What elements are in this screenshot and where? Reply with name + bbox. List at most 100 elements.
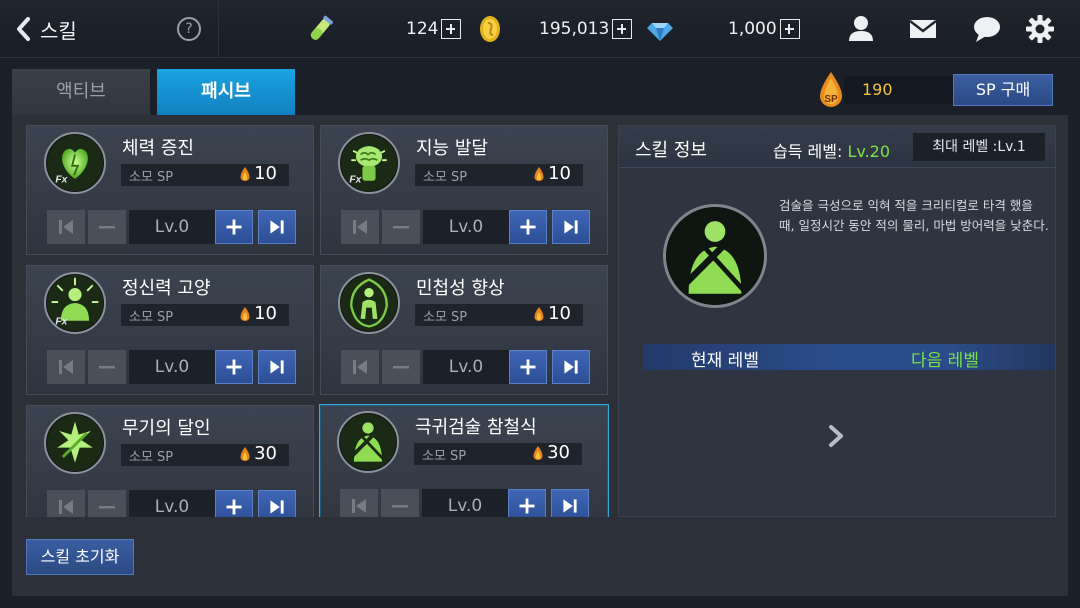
chevron-left-icon <box>17 17 30 41</box>
chevron-right-icon <box>829 425 843 447</box>
skill-name: 민첩성 향상 <box>416 278 505 299</box>
friend-icon[interactable] <box>845 13 877 45</box>
level-value: Lv.0 <box>422 489 508 517</box>
gem-value: 1,000 <box>728 19 777 39</box>
stamina-value: 124 <box>406 19 439 39</box>
level-plus-button[interactable] <box>509 210 547 244</box>
level-min-button[interactable] <box>47 210 85 244</box>
level-minus-button[interactable] <box>88 490 126 517</box>
level-plus-button[interactable] <box>215 210 253 244</box>
back-button[interactable]: 스킬 <box>14 14 104 44</box>
gold-coin-icon <box>480 16 500 42</box>
tab-passive-skills[interactable]: 패시브 <box>157 69 295 115</box>
gold-counter: 195,013 <box>539 16 633 42</box>
mail-icon[interactable] <box>907 13 939 45</box>
level-minus-button[interactable] <box>381 489 419 517</box>
level-min-button[interactable] <box>341 210 379 244</box>
skill-card[interactable]: 무기의 달인 소모 SP 30 Lv.0 <box>26 405 314 517</box>
flame-icon <box>534 167 544 181</box>
spirit-fx-icon: Fx <box>44 272 106 334</box>
add-gem-button[interactable] <box>779 19 800 39</box>
level-minus-button[interactable] <box>382 350 420 384</box>
skill-name: 정신력 고양 <box>122 278 211 299</box>
level-plus-button[interactable] <box>508 489 546 517</box>
cost-value: 10 <box>548 303 571 324</box>
level-value: Lv.0 <box>129 210 215 244</box>
level-max-button[interactable] <box>552 350 590 384</box>
level-max-button[interactable] <box>258 350 296 384</box>
skill-card-selected[interactable]: 극귀검술 참철식 소모 SP 30 Lv.0 <box>319 404 609 517</box>
next-level-label: 다음 레벨 <box>911 351 979 371</box>
sp-cost: 소모 SP 30 <box>121 443 289 466</box>
max-level: 최대 레벨 :Lv.1 <box>913 133 1045 161</box>
level-value: Lv.0 <box>423 350 509 384</box>
svg-text:Fx: Fx <box>55 175 68 186</box>
cost-value: 30 <box>254 443 277 464</box>
skill-info-title: 스킬 정보 <box>635 140 707 161</box>
level-value: Lv.0 <box>129 490 215 517</box>
agility-icon <box>338 272 400 334</box>
skill-card[interactable]: Fx 체력 증진 소모 SP 10 Lv.0 <box>26 125 314 255</box>
level-min-button[interactable] <box>341 350 379 384</box>
cost-label: 소모 SP <box>422 449 467 464</box>
skill-card[interactable]: 민첩성 향상 소모 SP 10 Lv.0 <box>320 265 608 395</box>
heart-fx-icon: Fx <box>44 132 106 194</box>
acquire-level-label: 습득 레벨: <box>773 142 843 161</box>
cost-value: 10 <box>254 163 277 184</box>
level-min-button[interactable] <box>340 489 378 517</box>
level-minus-button[interactable] <box>88 350 126 384</box>
gold-value: 195,013 <box>539 19 610 39</box>
level-controls: Lv.0 <box>47 350 299 384</box>
skill-info-panel: 스킬 정보 습득 레벨: Lv.20 최대 레벨 :Lv.1 검술을 극성으로 … <box>618 125 1056 517</box>
level-plus-button[interactable] <box>215 490 253 517</box>
level-plus-button[interactable] <box>215 350 253 384</box>
cost-label: 소모 SP <box>423 170 468 185</box>
cost-label: 소모 SP <box>129 450 174 465</box>
svg-text:Fx: Fx <box>55 317 68 328</box>
sp-cost: 소모 SP 10 <box>121 163 289 186</box>
gear-icon[interactable] <box>1024 13 1056 45</box>
level-minus-button[interactable] <box>382 210 420 244</box>
level-controls: Lv.0 <box>47 210 299 244</box>
cost-value: 30 <box>547 442 570 463</box>
level-min-button[interactable] <box>47 350 85 384</box>
sp-buy-button[interactable]: SP 구매 <box>953 74 1053 106</box>
divider <box>218 0 219 58</box>
level-compare-bar: 현재 레벨 다음 레벨 <box>643 344 1055 371</box>
add-gold-button[interactable] <box>612 19 633 39</box>
tab-active-skills[interactable]: 액티브 <box>12 69 150 115</box>
skill-reset-button[interactable]: 스킬 초기화 <box>26 539 134 575</box>
level-plus-button[interactable] <box>509 350 547 384</box>
level-min-button[interactable] <box>47 490 85 517</box>
flame-icon <box>533 446 543 460</box>
current-level-label: 현재 레벨 <box>691 351 759 371</box>
cost-label: 소모 SP <box>129 310 174 325</box>
add-stamina-button[interactable] <box>441 19 462 39</box>
level-max-button[interactable] <box>258 490 296 517</box>
chat-icon[interactable] <box>971 13 1003 45</box>
skill-description: 검술을 극성으로 익혀 적을 크리티컬로 타격 했을 때, 일정시간 동안 적의… <box>779 198 1049 233</box>
skill-card[interactable]: Fx 정신력 고양 소모 SP 10 Lv.0 <box>26 265 314 395</box>
sp-drop-icon: SP <box>820 72 842 107</box>
level-controls: Lv.0 <box>341 210 593 244</box>
flame-icon <box>240 447 250 461</box>
slash-icon <box>663 204 767 308</box>
sp-value: 190 <box>844 76 964 104</box>
skill-card[interactable]: Fx 지능 발달 소모 SP 10 Lv.0 <box>320 125 608 255</box>
level-max-button[interactable] <box>258 210 296 244</box>
cost-label: 소모 SP <box>423 310 468 325</box>
help-icon[interactable]: ? <box>177 17 201 41</box>
skill-name: 체력 증진 <box>122 138 194 159</box>
sp-cost: 소모 SP 10 <box>121 303 289 326</box>
level-max-button[interactable] <box>551 489 589 517</box>
level-max-button[interactable] <box>552 210 590 244</box>
level-controls: Lv.0 <box>47 490 299 517</box>
brain-fx-icon: Fx <box>338 132 400 194</box>
stamina-counter: 124 <box>406 16 462 42</box>
cost-label: 소모 SP <box>129 170 174 185</box>
sp-cost: 소모 SP 30 <box>414 442 582 465</box>
level-minus-button[interactable] <box>88 210 126 244</box>
weapon-master-icon <box>44 412 106 474</box>
sp-display: 190 SP SP 구매 <box>814 70 1054 110</box>
slash-icon <box>337 411 399 473</box>
